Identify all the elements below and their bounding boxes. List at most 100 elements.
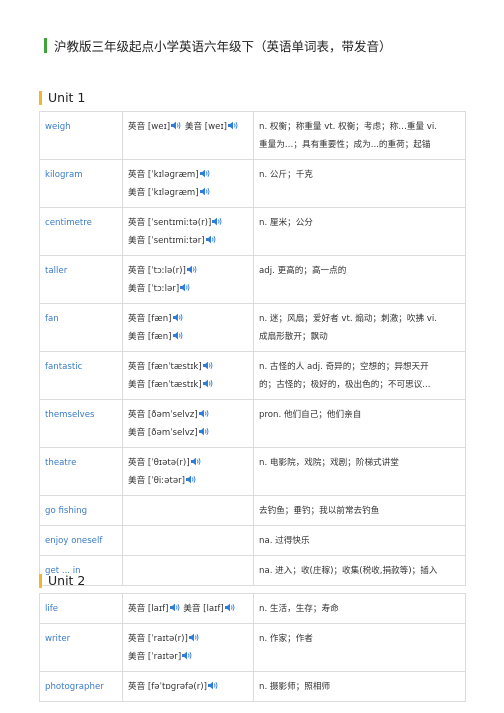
unit-heading: Unit 2 (39, 573, 85, 588)
pronunciation-text: 美音 [ˈkɪləɡræm] (128, 188, 199, 198)
speaker-icon[interactable] (199, 169, 211, 178)
vocabulary-word[interactable]: centimetre (39, 207, 123, 256)
vocabulary-word[interactable]: fan (39, 303, 123, 352)
meaning-cell: na. 进入；收(庄稼)；收集(税收,捐款等)；插入 (253, 555, 466, 586)
vocabulary-word[interactable]: kilogram (39, 159, 123, 208)
pronunciation-text: 美音 [fænˈtæstɪk] (128, 380, 202, 390)
meaning-text: n. 生活，生存；寿命 (259, 604, 339, 614)
vocabulary-row: fan 英音 [fæn] 美音 [fæn] n. 迷；风扇；爱好者 vt. 煽动；刺激… (39, 303, 466, 352)
vocabulary-row: enjoy oneself na. 过得快乐 (39, 525, 466, 556)
meaning-text: n. 摄影师；照相师 (259, 682, 331, 692)
vocabulary-row: theatre 英音 [ˈθɪətə(r)] 美音 [ˈθiːətər] n. 电影院… (39, 447, 466, 496)
pronunciation-text: 美音 [ˈtɔːlər] (128, 284, 180, 294)
meaning-text: 的；古怪的；极好的，极出色的；不可思议... (259, 380, 431, 390)
pronunciation-text: 英音 [fəˈtɒɡrəfə(r)] (128, 682, 207, 692)
vocabulary-word[interactable]: writer (39, 623, 123, 672)
meaning-cell: n. 电影院，戏院；戏剧；阶梯式讲堂 (253, 447, 466, 496)
meaning-text: n. 权衡；称重量 vt. 权衡；考虑；称…重量 vi. (259, 122, 437, 132)
page-header: 沪教版三年级起点小学英语六年级下（英语单词表，带发音） (44, 36, 392, 54)
pronunciation-cell: 英音 [ˈθɪətə(r)] 美音 [ˈθiːətər] (122, 447, 254, 496)
speaker-icon[interactable] (180, 283, 191, 292)
vocabulary-word[interactable]: themselves (39, 399, 123, 448)
pronunciation-cell: 英音 [weɪ] 美音 [weɪ] (122, 111, 254, 160)
pronunciation-text: 美音 [ˈsentɪmiːtər] (128, 236, 205, 246)
pronunciation-line: 英音 [weɪ] 美音 [weɪ] (128, 118, 248, 136)
vocabulary-row: themselves 英音 [ðəmˈselvz] 美音 [ðəmˈselvz] pr… (39, 399, 466, 448)
pronunciation-line: 英音 [laɪf] 美音 [laɪf] (128, 600, 248, 618)
speaker-icon[interactable] (186, 265, 198, 274)
speaker-icon[interactable] (169, 603, 181, 612)
unit-accent-bar (39, 573, 42, 588)
vocabulary-word[interactable]: weigh (39, 111, 123, 160)
pronunciation-cell (122, 555, 254, 586)
pronunciation-text: 美音 [ðəmˈselvz] (128, 428, 198, 438)
speaker-icon[interactable] (202, 361, 214, 370)
meaning-text: n. 公斤；千克 (259, 170, 313, 180)
vocabulary-word[interactable]: life (39, 593, 123, 624)
meaning-text: n. 电影院，戏院；戏剧；阶梯式讲堂 (259, 458, 399, 468)
speaker-icon[interactable] (172, 331, 184, 340)
pronunciation-line: 美音 [fænˈtæstɪk] (128, 376, 248, 394)
vocabulary-word[interactable]: photographer (39, 671, 123, 702)
pronunciation-text: 英音 [ˈraɪtə(r)] (128, 634, 188, 644)
pronunciation-text: 美音 [weɪ] (184, 122, 228, 132)
vocabulary-table: life 英音 [laɪf] 美音 [laɪf] n. 生活，生存；寿命 writer… (39, 593, 466, 702)
unit-title: Unit 2 (48, 573, 86, 588)
speaker-icon[interactable] (171, 121, 182, 130)
pronunciation-cell: 英音 [laɪf] 美音 [laɪf] (122, 593, 254, 624)
pronunciation-line: 英音 [fəˈtɒɡrəfə(r)] (128, 678, 248, 696)
speaker-icon[interactable] (205, 235, 217, 244)
pronunciation-text: 英音 [fæn] (128, 314, 172, 324)
page-title: 沪教版三年级起点小学英语六年级下（英语单词表，带发音） (54, 38, 392, 54)
pronunciation-cell: 英音 [fæn] 美音 [fæn] (122, 303, 254, 352)
pronunciation-cell (122, 495, 254, 526)
meaning-text: n. 作家；作者 (259, 634, 313, 644)
vocabulary-word[interactable]: taller (39, 255, 123, 304)
speaker-icon[interactable] (188, 633, 200, 642)
vocabulary-table: weigh 英音 [weɪ] 美音 [weɪ] n. 权衡；称重量 vt. 权衡；考… (39, 111, 466, 586)
speaker-icon[interactable] (202, 379, 214, 388)
pronunciation-cell: 英音 [ˈkɪləɡræm] 美音 [ˈkɪləɡræm] (122, 159, 254, 208)
speaker-icon[interactable] (198, 409, 210, 418)
speaker-icon[interactable] (199, 187, 211, 196)
speaker-icon[interactable] (198, 427, 210, 436)
vocabulary-word[interactable]: theatre (39, 447, 123, 496)
speaker-icon[interactable] (228, 121, 239, 130)
pronunciation-text: 英音 [weɪ] (128, 122, 171, 132)
meaning-cell: na. 过得快乐 (253, 525, 466, 556)
meaning-text: n. 迷；风扇；爱好者 vt. 煽动；刺激；吹拂 vi. (259, 314, 437, 324)
speaker-icon[interactable] (172, 313, 184, 322)
vocabulary-row: weigh 英音 [weɪ] 美音 [weɪ] n. 权衡；称重量 vt. 权衡；考… (39, 111, 466, 160)
pronunciation-text: 美音 [ˈraɪtər] (128, 652, 182, 662)
speaker-icon[interactable] (186, 475, 197, 484)
vocabulary-word[interactable]: enjoy oneself (39, 525, 123, 556)
speaker-icon[interactable] (190, 457, 202, 466)
vocabulary-row: fantastic 英音 [fænˈtæstɪk] 美音 [fænˈtæstɪk] n… (39, 351, 466, 400)
pronunciation-line: 美音 [ˈsentɪmiːtər] (128, 232, 248, 250)
meaning-cell: 去钓鱼；垂钓；我以前常去钓鱼 (253, 495, 466, 526)
vocabulary-word[interactable]: go fishing (39, 495, 123, 526)
meaning-cell: n. 古怪的人 adj. 奇异的；空想的；异想天开 的；古怪的；极好的，极出色的；… (253, 351, 466, 400)
speaker-icon[interactable] (224, 603, 236, 612)
meaning-text: na. 进入；收(庄稼)；收集(税收,捐款等)；插入 (259, 566, 438, 576)
pronunciation-line: 英音 [ðəmˈselvz] (128, 406, 248, 424)
vocabulary-word[interactable]: fantastic (39, 351, 123, 400)
vocabulary-row: centimetre 英音 [ˈsentɪmiːtə(r)] 美音 [ˈsentɪm… (39, 207, 466, 256)
vocabulary-row: photographer 英音 [fəˈtɒɡrəfə(r)] n. 摄影师；照相师 (39, 671, 466, 702)
meaning-text: 重量为…；具有重要性；成为...的重荷；起锚 (259, 140, 431, 150)
speaker-icon[interactable] (207, 681, 219, 690)
speaker-icon[interactable] (182, 651, 193, 660)
pronunciation-line: 英音 [ˈkɪləɡræm] (128, 166, 248, 184)
speaker-icon[interactable] (212, 217, 223, 226)
vocabulary-row: go fishing 去钓鱼；垂钓；我以前常去钓鱼 (39, 495, 466, 526)
pronunciation-cell: 英音 [fænˈtæstɪk] 美音 [fænˈtæstɪk] (122, 351, 254, 400)
pronunciation-line: 英音 [ˈtɔːlə(r)] (128, 262, 248, 280)
meaning-text: 成扇形散开；飘动 (259, 332, 328, 342)
vocabulary-row: kilogram 英音 [ˈkɪləɡræm] 美音 [ˈkɪləɡræm] n. 公… (39, 159, 466, 208)
pronunciation-line: 英音 [ˈsentɪmiːtə(r)] (128, 214, 248, 232)
meaning-text: 去钓鱼；垂钓；我以前常去钓鱼 (259, 506, 380, 516)
meaning-cell: n. 权衡；称重量 vt. 权衡；考虑；称…重量 vi. 重量为…；具有重要性；成… (253, 111, 466, 160)
title-accent-bar (44, 37, 47, 53)
meaning-cell: n. 公斤；千克 (253, 159, 466, 208)
vocabulary-row: life 英音 [laɪf] 美音 [laɪf] n. 生活，生存；寿命 (39, 593, 466, 624)
